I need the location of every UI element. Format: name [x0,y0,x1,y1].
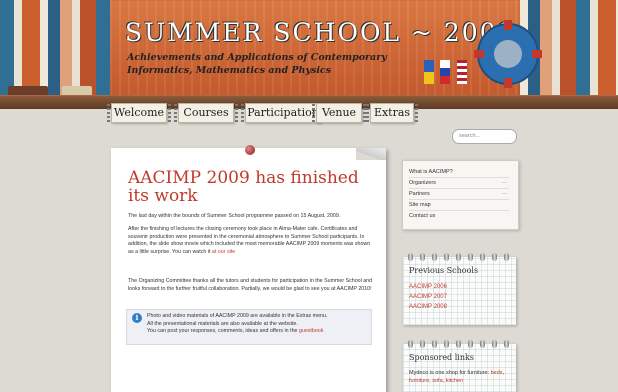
post-paragraph-3: The Organizing Committee thanks all the … [128,278,373,292]
post-paragraph-2-text: After the finishing of lectures the clos… [128,226,371,255]
sidebar-item-label: What is AACIMP? [409,169,453,175]
flag-usa-icon [456,60,467,84]
previous-school-link[interactable]: AACIMP 2007 [409,293,447,302]
sidebar-item-site-map[interactable]: Site map [409,200,509,211]
aacimp-logo-icon [474,20,542,88]
flags-decoration [424,60,469,89]
post-paragraph-2: After the finishing of lectures the clos… [128,226,373,256]
nav-courses[interactable]: Courses [174,103,238,123]
post-paragraph-1: The last day within the bounds of Summer… [128,213,341,219]
sponsored-link-sofa[interactable]: sofa [432,378,442,384]
nav-welcome[interactable]: Welcome [107,103,171,123]
sponsored-description: Mydeco is one shop for furniture: [409,370,491,376]
search-input[interactable]: search... [452,129,517,144]
our-site-link[interactable]: at our site [212,249,235,255]
info-line-3: You can post your responses, comments, i… [147,328,367,336]
spiral-binding [406,253,514,261]
guestbook-link[interactable]: guestbook [299,328,323,334]
nav-extras[interactable]: Extras [366,103,418,123]
sidebar-item-contact-us[interactable]: Contact us [409,211,509,221]
info-icon: i [132,313,142,323]
sponsored-text: Mydeco is one shop for furniture: beds, … [409,370,505,384]
sponsored-link-furniture[interactable]: furniture [409,378,429,384]
sidebar-item-partners[interactable]: Partners — [409,189,509,200]
nav-venue[interactable]: Venue [312,103,366,123]
info-line-2: All the presentational materials are als… [147,320,298,327]
sidebar-item-label: Contact us [409,213,436,219]
info-text: Photo and video materials of AACIMP 2009… [147,313,367,336]
flag-russia-icon [440,60,451,84]
sponsored-link-beds[interactable]: beds [491,370,503,376]
spiral-binding [406,340,514,348]
paper-curl-decoration [356,148,386,160]
previous-schools-title: Previous Schools [409,266,479,275]
info-line-1: Photo and video materials of AACIMP 2009… [147,313,328,319]
post-title: AACIMP 2009 has finished its work [128,168,359,206]
nav-participation[interactable]: Participation [241,103,325,123]
sponsored-link-kitchen[interactable]: kitchen [446,378,463,384]
sidebar-item-label: Partners [409,191,430,197]
sidebar-item-label: Site map [409,202,431,208]
sidebar-item-organizers[interactable]: Organizers — [409,178,509,189]
dash-icon: — [501,180,507,186]
sidebar-item-label: Organizers [409,180,436,186]
site-title: SUMMER SCHOOL ~ 2009 [125,18,516,47]
previous-school-link[interactable]: AACIMP 2008 [409,303,447,312]
site-subtitle: Achievements and Applications of Contemp… [127,52,387,76]
previous-school-link[interactable]: AACIMP 2006 [409,283,447,292]
flag-ukraine-icon [424,60,434,84]
sponsored-links-title: Sponsored links [409,353,474,362]
dash-icon: — [501,191,507,197]
sidebar-item-what-is-aacimp[interactable]: What is AACIMP? [409,167,509,178]
pin-icon [245,145,255,155]
info-line-3-text: You can post your responses, comments, i… [147,328,299,335]
